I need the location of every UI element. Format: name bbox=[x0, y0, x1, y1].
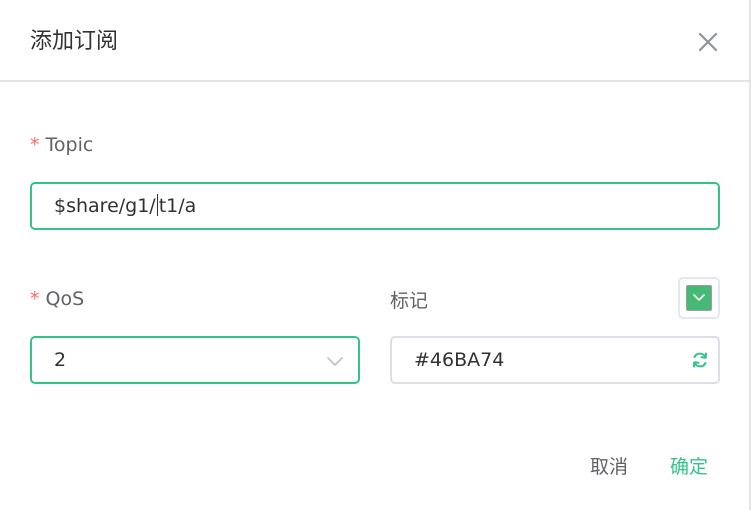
refresh-icon[interactable] bbox=[690, 350, 710, 370]
topic-input[interactable]: $share/g1/t1/a bbox=[30, 182, 720, 230]
required-mark: * bbox=[30, 134, 40, 156]
topic-input-value-end: t1/a bbox=[158, 195, 197, 217]
qos-label: * QoS bbox=[30, 286, 84, 312]
qos-select-value: 2 bbox=[54, 349, 67, 371]
text-caret bbox=[156, 194, 158, 216]
close-button[interactable] bbox=[696, 30, 720, 54]
chevron-down-icon bbox=[693, 294, 705, 301]
color-swatch bbox=[686, 285, 712, 311]
topic-input-value-start: $share/g1/ bbox=[54, 195, 156, 217]
qos-select[interactable]: 2 bbox=[30, 336, 360, 384]
tag-color-input[interactable]: #46BA74 bbox=[390, 336, 720, 384]
tag-color-value: #46BA74 bbox=[414, 349, 505, 371]
confirm-button[interactable]: 确定 bbox=[670, 453, 708, 481]
topic-label: * Topic bbox=[30, 132, 93, 158]
required-mark: * bbox=[30, 288, 40, 310]
chevron-down-icon bbox=[327, 357, 343, 366]
cancel-button[interactable]: 取消 bbox=[590, 453, 628, 481]
qos-label-text: QoS bbox=[45, 288, 85, 310]
dialog-header: 添加订阅 bbox=[0, 0, 751, 82]
dialog-title: 添加订阅 bbox=[30, 29, 119, 54]
color-picker-button[interactable] bbox=[678, 277, 720, 319]
add-subscription-dialog: 添加订阅 * Topic $share/g1/t1/a * QoS 2 标记 #46… bbox=[0, 0, 751, 510]
tag-label: 标记 bbox=[390, 290, 429, 312]
close-icon bbox=[698, 32, 718, 52]
topic-label-text: Topic bbox=[45, 134, 94, 156]
